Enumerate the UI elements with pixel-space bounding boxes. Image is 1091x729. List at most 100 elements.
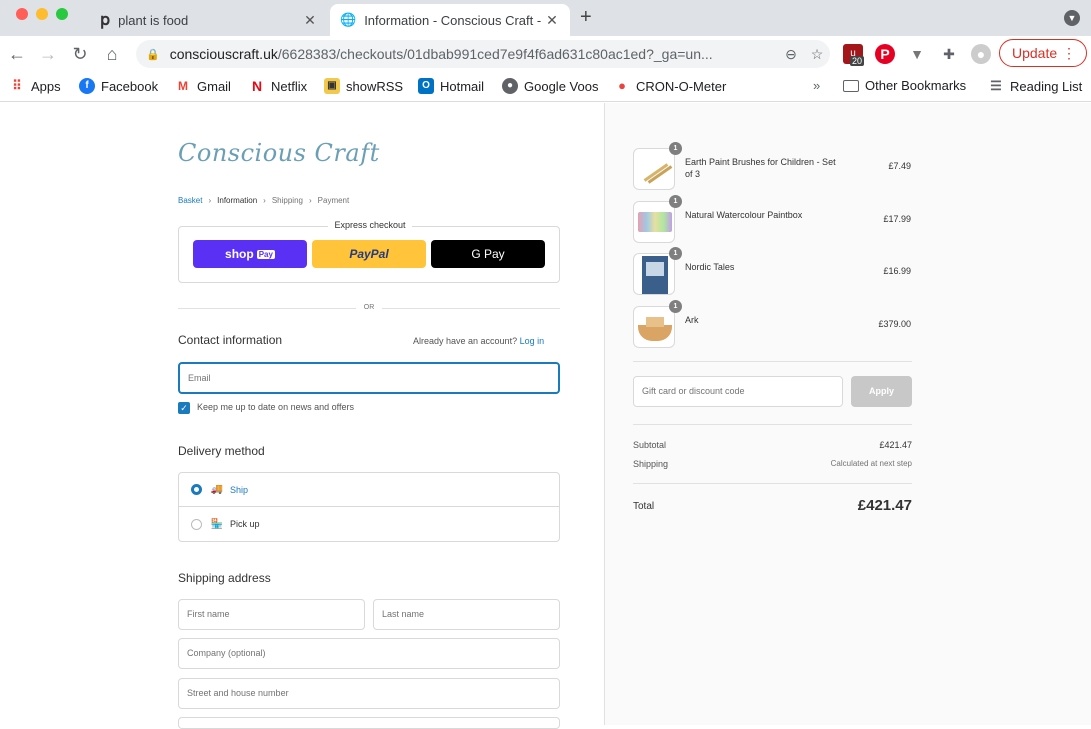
shipping-address-title: Shipping address [178,571,271,585]
delivery-method-options: 🚚 Ship 🏪 Pick up [178,472,560,542]
minimize-window-button[interactable] [36,8,48,20]
apps-grid-icon: ⠿ [12,78,22,93]
product-price: £379.00 [878,319,911,329]
bookmark-facebook[interactable]: f Facebook [79,78,158,94]
quantity-badge: 1 [669,142,682,155]
profile-avatar-icon[interactable]: ● [971,44,991,64]
truck-icon: 🚚 [210,484,224,495]
bookmark-cronometer[interactable]: ● CRON-O-Meter [614,78,726,94]
product-name: Earth Paint Brushes for Children - Set o… [685,157,836,179]
reading-list-icon: ☰ [990,78,1002,93]
newsletter-checkbox[interactable]: ✓ [178,402,190,414]
quantity-badge: 1 [669,195,682,208]
product-name: Ark [685,315,699,325]
bookmark-gmail[interactable]: M Gmail [175,78,231,94]
shop-pay-button[interactable]: shop Pay [193,240,307,268]
tab-information[interactable]: 🌐 Information - Conscious Craft - ✕ [330,4,570,36]
company-input[interactable]: Company (optional) [178,638,560,669]
discount-code-input[interactable]: Gift card or discount code [633,376,843,407]
lock-icon: 🔒 [146,48,160,61]
pinterest-extension-icon[interactable]: P [875,44,895,64]
update-button[interactable]: Update ⋮ [999,39,1087,67]
bookmark-star-icon[interactable]: ☆ [804,46,830,63]
pinterest-p-icon: 𝗉 [100,12,111,29]
email-input[interactable]: Email [178,362,560,394]
contact-information-title: Contact information [178,333,283,347]
close-window-button[interactable] [16,8,28,20]
apply-discount-button[interactable]: Apply [851,376,912,407]
bookmark-label: CRON-O-Meter [636,78,727,94]
paypal-button[interactable]: PayPal [312,240,426,268]
bookmark-showrss[interactable]: ▣ showRSS [324,78,403,94]
tab-search-icon[interactable]: ▼ [1064,10,1080,26]
bookmark-apps[interactable]: ⠿ Apps [9,78,61,94]
address-bar[interactable]: 🔒 consciouscraft.uk/6628383/checkouts/01… [136,40,830,68]
first-name-input[interactable]: First name [178,599,365,630]
shipping-row: Shipping Calculated at next step [633,459,912,469]
store-logo[interactable]: Conscious Craft [178,139,380,167]
gmail-icon: M [178,79,188,93]
tab-title: plant is food [118,12,189,28]
new-tab-button[interactable]: + [580,6,592,29]
zoom-icon[interactable]: ⊖ [778,46,804,63]
home-icon[interactable]: ⌂ [100,42,124,66]
reload-icon[interactable]: ↻ [68,42,92,66]
tv-icon: ▣ [324,78,340,94]
street-input[interactable]: Street and house number [178,678,560,709]
google-pay-button[interactable]: G Pay [431,240,545,268]
pickup-label: Pick up [230,519,260,529]
bookmark-label: Apps [31,78,61,94]
next-address-input[interactable] [178,717,560,729]
nordic-tales-book-image [633,253,675,295]
bookmark-hotmail[interactable]: O Hotmail [418,78,484,94]
back-arrow-icon[interactable]: ← [5,42,29,66]
bookmark-google-voos[interactable]: ● Google Voos [502,78,598,94]
bookmark-netflix[interactable]: N Netflix [249,78,307,94]
close-tab-icon[interactable]: ✕ [302,12,318,29]
newsletter-label: Keep me up to date on news and offers [197,402,354,412]
shop-pay-tag: Pay [256,249,275,259]
ship-label: Ship [230,484,249,495]
summary-divider [633,424,912,425]
account-hint: Already have an account? Log in [413,336,544,346]
express-checkout: Express checkout shop Pay PayPal G Pay [178,220,560,283]
other-bookmarks[interactable]: Other Bookmarks [843,78,966,93]
vpn-extension-icon[interactable]: ▼ [907,44,927,64]
delivery-option-pickup[interactable]: 🏪 Pick up [179,507,559,541]
delivery-method-title: Delivery method [178,444,265,458]
subtotal-label: Subtotal [633,440,667,450]
order-item: 1 Ark £379.00 [633,300,913,350]
breadcrumb-basket[interactable]: Basket [178,196,202,205]
more-bookmarks-chevron-icon[interactable]: » [813,78,820,93]
summary-divider [633,361,912,362]
chevron-right-icon: › [263,196,266,205]
log-in-link[interactable]: Log in [520,336,545,346]
summary-divider [633,483,912,484]
netflix-icon: N [251,78,263,94]
bookmarks-bar: ⠿ Apps f Facebook M Gmail N Netflix ▣ sh… [0,72,1091,102]
quantity-badge: 1 [669,300,682,313]
last-name-input[interactable]: Last name [373,599,560,630]
quantity-badge: 1 [669,247,682,260]
account-hint-text: Already have an account? [413,336,518,346]
product-price: £16.99 [883,266,911,276]
express-checkout-title: Express checkout [179,220,561,230]
forward-arrow-icon[interactable]: → [36,42,60,66]
browser-toolbar: ← → ↻ ⌂ 🔒 consciouscraft.uk/6628383/chec… [0,36,1091,72]
pickup-radio[interactable] [191,518,202,530]
order-item: 1 Natural Watercolour Paintbox £17.99 [633,195,913,245]
total-label: Total [633,501,655,512]
bookmark-label: Hotmail [440,78,485,94]
tab-plant-is-food[interactable]: 𝗉 plant is food ✕ [88,4,328,36]
kebab-menu-icon[interactable]: ⋮ [1062,45,1076,62]
checkout-page: Conscious Craft Basket › Information › S… [0,103,1091,729]
delivery-option-ship[interactable]: 🚚 Ship [179,473,559,507]
extensions-puzzle-icon[interactable]: ✚ [939,44,959,64]
maximize-window-button[interactable] [56,8,68,20]
checkout-main: Conscious Craft Basket › Information › S… [0,103,604,729]
reading-list[interactable]: ☰ Reading List [988,78,1082,94]
bookmark-label: Facebook [101,78,159,94]
shipping-value: Calculated at next step [830,459,912,468]
close-tab-icon[interactable]: ✕ [544,12,560,29]
ship-radio[interactable] [191,484,202,495]
